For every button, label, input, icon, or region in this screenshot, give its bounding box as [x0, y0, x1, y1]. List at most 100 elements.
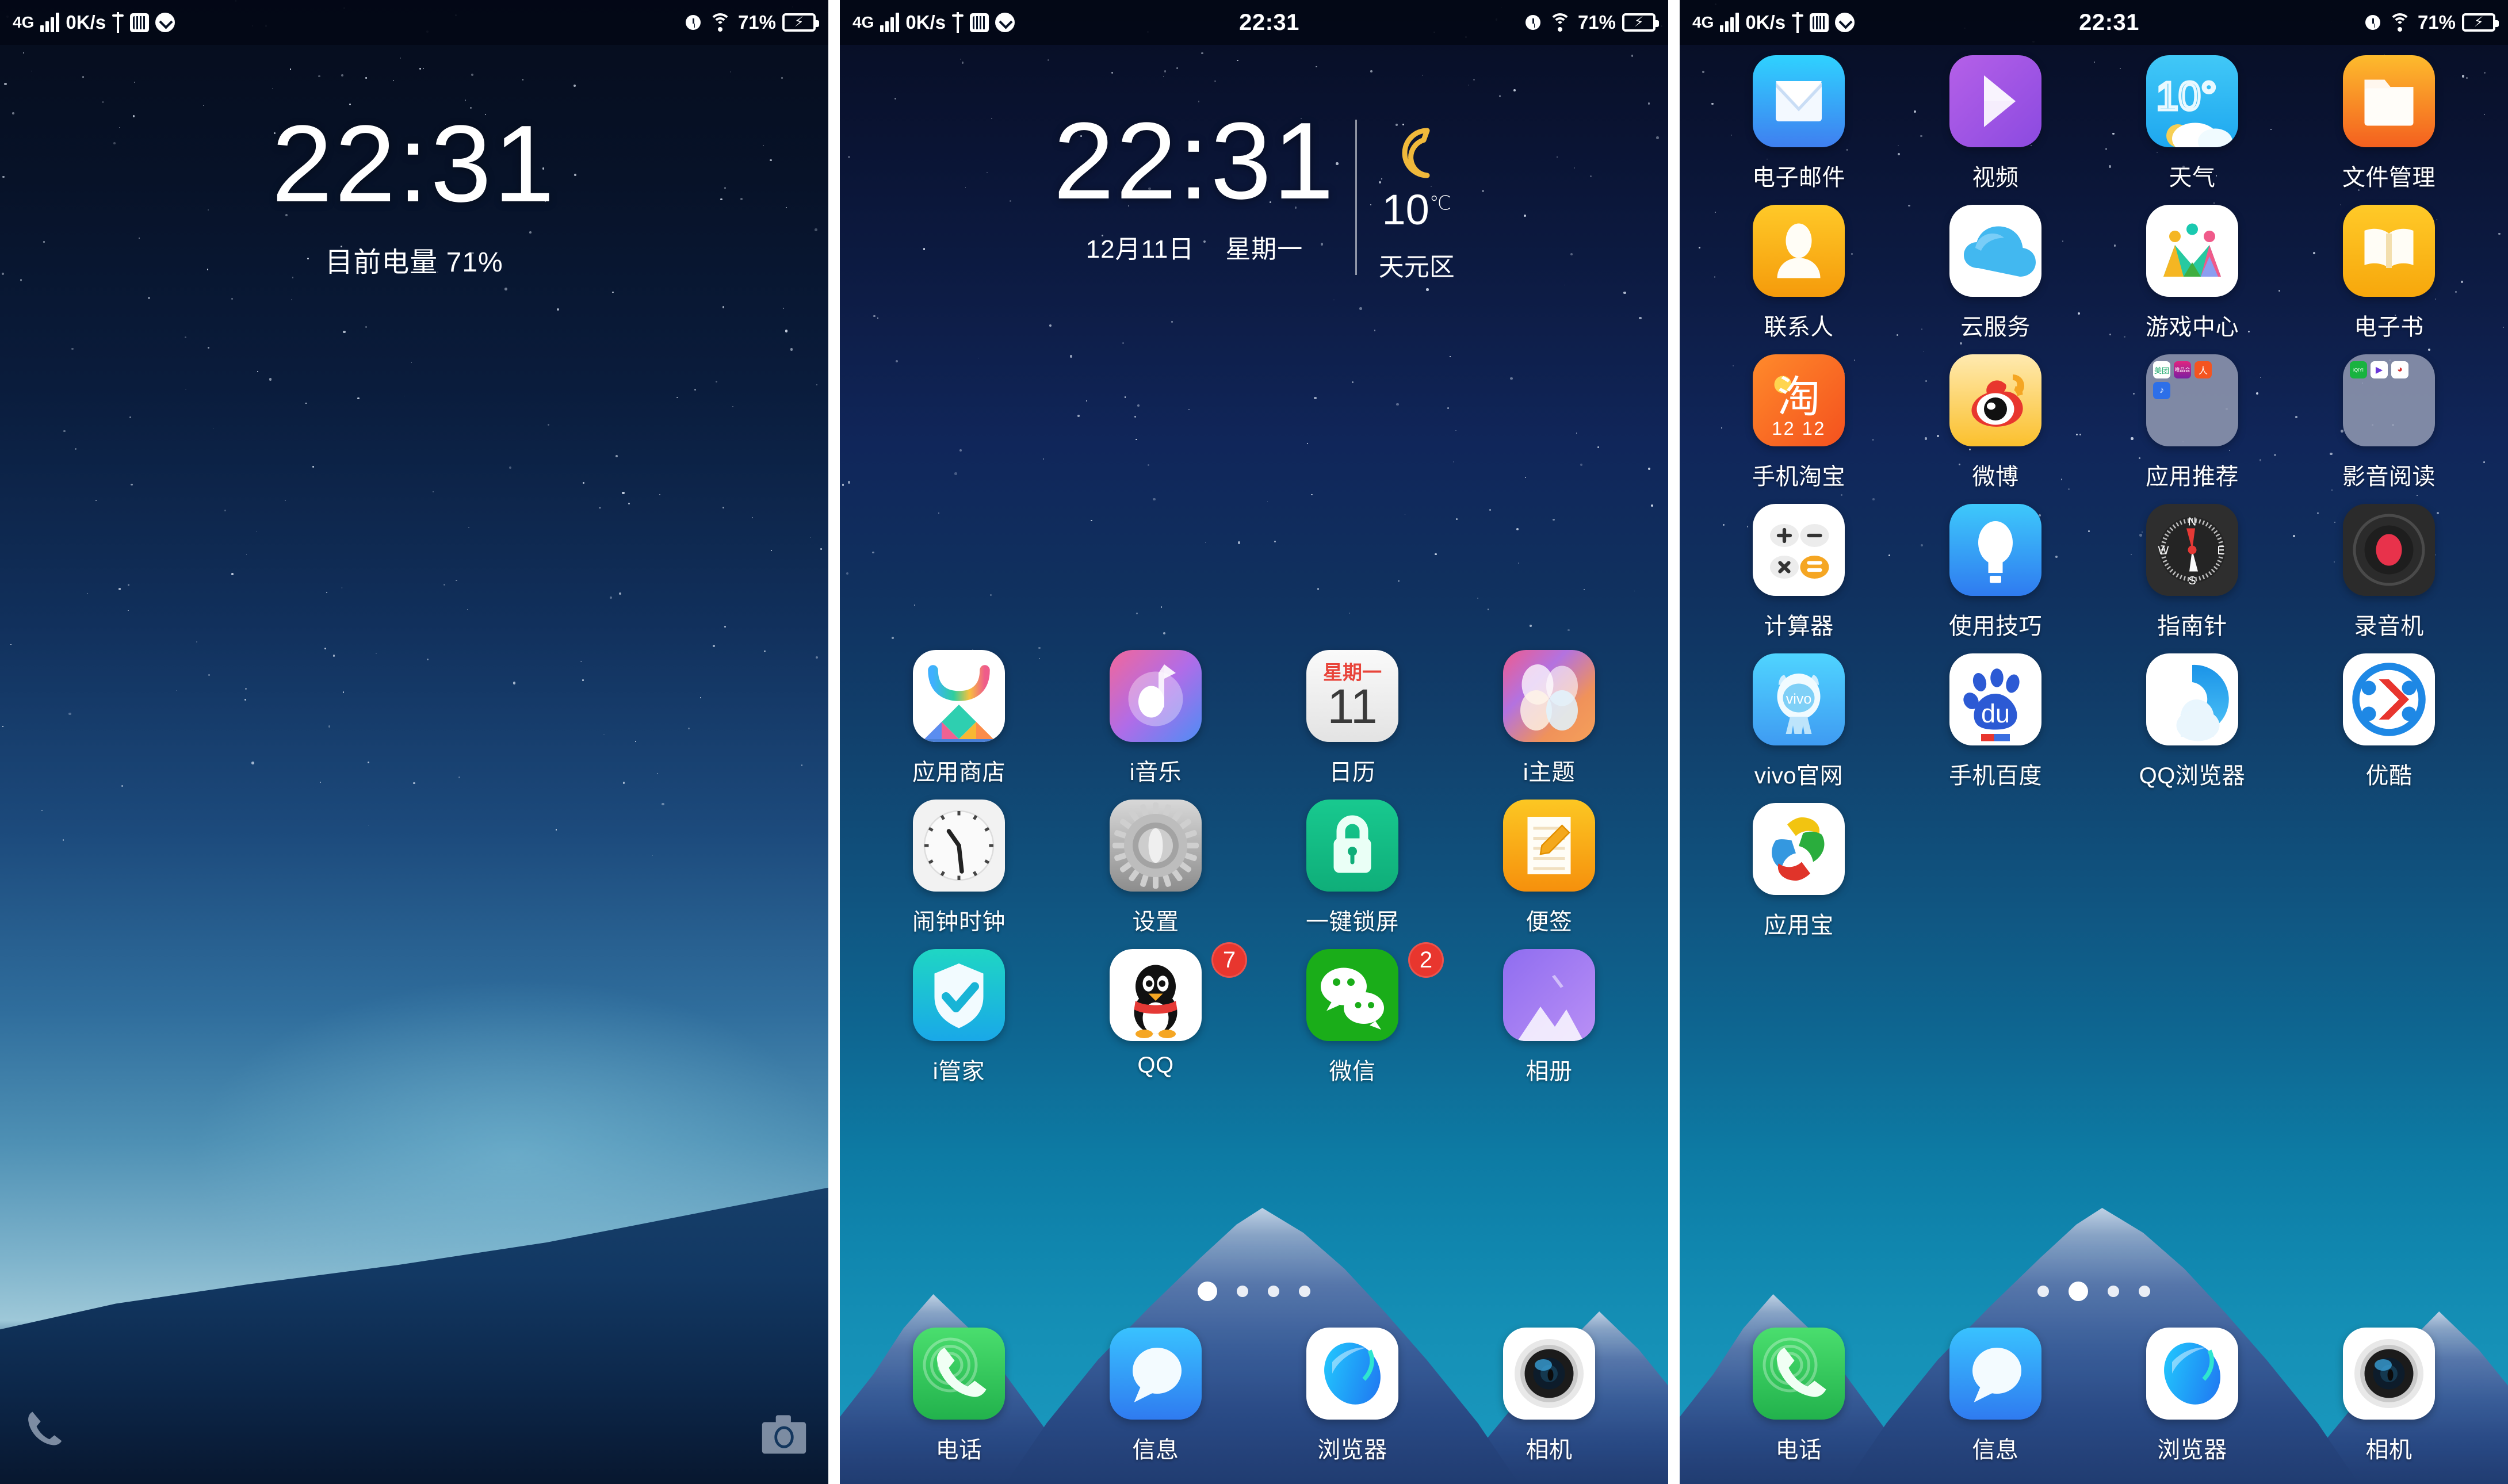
yingyongbao-icon[interactable]	[1753, 803, 1845, 895]
app-calculator-icon[interactable]: 计算器	[1700, 504, 1897, 641]
signal-bars-icon	[40, 13, 60, 32]
camera-icon[interactable]	[759, 1414, 809, 1456]
app-vivo-icon[interactable]: vivo vivo官网	[1700, 653, 1897, 790]
clock-icon[interactable]	[913, 800, 1005, 892]
app-browser-icon[interactable]: 浏览器	[2094, 1328, 2291, 1464]
app-theme-icon[interactable]: i主题	[1451, 650, 1647, 787]
app-yingyongbao-icon[interactable]: 应用宝	[1700, 803, 1897, 940]
app-folder-group-icon[interactable]: 美团 唯品会 人 ♪ 应用推荐	[2094, 354, 2291, 491]
weibo-icon[interactable]	[1949, 354, 2041, 446]
app-message-icon[interactable]: 信息	[1057, 1328, 1254, 1464]
moon-icon	[1389, 125, 1444, 181]
page-dot[interactable]	[1268, 1286, 1279, 1297]
page-dot[interactable]	[1198, 1282, 1217, 1301]
app-folder-icon[interactable]: 文件管理	[2291, 55, 2487, 192]
app-gallery-icon[interactable]: 相册	[1451, 949, 1647, 1086]
page-dot[interactable]	[2037, 1286, 2049, 1297]
app-folder-group-icon[interactable]: iQIYI ▶ ◕ 影音阅读	[2291, 354, 2487, 491]
lock-icon[interactable]	[1306, 800, 1398, 892]
app-lock-icon[interactable]: 一键锁屏	[1254, 800, 1451, 936]
qq-penguin-icon[interactable]	[1110, 949, 1202, 1041]
app-game-center-icon[interactable]: 游戏中心	[2094, 205, 2291, 342]
app-phone-icon[interactable]: 电话	[1700, 1328, 1897, 1464]
phone-icon[interactable]	[1753, 1328, 1845, 1420]
music-icon[interactable]	[1110, 650, 1202, 742]
page-dot[interactable]	[1237, 1286, 1248, 1297]
page-dot[interactable]	[2108, 1286, 2119, 1297]
app-ebook-icon[interactable]: 电子书	[2291, 205, 2487, 342]
notes-icon[interactable]	[1503, 800, 1595, 892]
app-label: 录音机	[2354, 614, 2424, 639]
app-wechat-icon[interactable]: 2 微信	[1254, 942, 1451, 1086]
cloud-icon[interactable]	[1949, 205, 2041, 297]
game-center-icon[interactable]	[2146, 205, 2238, 297]
browser-icon[interactable]	[2146, 1328, 2238, 1420]
app-phone-icon[interactable]: 电话	[861, 1328, 1057, 1464]
app-cloud-icon[interactable]: 云服务	[1897, 205, 2094, 342]
compass-icon[interactable]: N S W E	[2146, 504, 2238, 596]
taobao-icon[interactable]: 淘 12 12	[1753, 354, 1845, 446]
contacts-icon[interactable]	[1753, 205, 1845, 297]
app-compass-icon[interactable]: N S W E 指南针	[2094, 504, 2291, 641]
page-indicator-2[interactable]	[1680, 1282, 2508, 1301]
email-icon[interactable]	[1753, 55, 1845, 147]
browser-icon[interactable]	[1306, 1328, 1398, 1420]
ebook-icon[interactable]	[2343, 205, 2435, 297]
calculator-icon[interactable]	[1753, 504, 1845, 596]
app-email-icon[interactable]: 电子邮件	[1700, 55, 1897, 192]
qq-browser-icon[interactable]	[2146, 653, 2238, 745]
app-message-icon[interactable]: 信息	[1897, 1328, 2094, 1464]
folder-group-icon[interactable]: iQIYI ▶ ◕	[2343, 354, 2435, 446]
app-youku-icon[interactable]: 优酷	[2291, 653, 2487, 790]
settings-gear-icon[interactable]	[1110, 800, 1202, 892]
shield-check-icon[interactable]	[913, 949, 1005, 1041]
phone-icon[interactable]	[20, 1407, 71, 1459]
network-type-label: 4G	[852, 13, 874, 31]
app-taobao-icon[interactable]: 淘 12 12 手机淘宝	[1700, 354, 1897, 491]
app-camera-icon[interactable]: 相机	[1451, 1328, 1647, 1464]
calendar-icon[interactable]: 星期一 11	[1306, 650, 1398, 742]
app-recorder-icon[interactable]: 录音机	[2291, 504, 2487, 641]
app-baidu-icon[interactable]: du 手机百度	[1897, 653, 2094, 790]
app-tips-bulb-icon[interactable]: 使用技巧	[1897, 504, 2094, 641]
app-clock-icon[interactable]: 闹钟时钟	[861, 800, 1057, 936]
wechat-icon[interactable]	[1306, 949, 1398, 1041]
baidu-icon[interactable]: du	[1949, 653, 2041, 745]
phone-icon[interactable]	[913, 1328, 1005, 1420]
app-settings-gear-icon[interactable]: 设置	[1057, 800, 1254, 936]
camera-icon[interactable]	[2343, 1328, 2435, 1420]
recorder-icon[interactable]	[2343, 504, 2435, 596]
app-music-icon[interactable]: i音乐	[1057, 650, 1254, 787]
message-icon[interactable]	[1949, 1328, 2041, 1420]
tips-bulb-icon[interactable]	[1949, 504, 2041, 596]
app-store-icon[interactable]	[913, 650, 1005, 742]
page-indicator-1[interactable]	[840, 1282, 1668, 1301]
folder-group-icon[interactable]: 美团 唯品会 人 ♪	[2146, 354, 2238, 446]
app-app-store-icon[interactable]: 应用商店	[861, 650, 1057, 787]
app-qq-browser-icon[interactable]: QQ浏览器	[2094, 653, 2291, 790]
theme-icon[interactable]	[1503, 650, 1595, 742]
app-contacts-icon[interactable]: 联系人	[1700, 205, 1897, 342]
gallery-icon[interactable]	[1503, 949, 1595, 1041]
app-calendar-icon[interactable]: 星期一 11 日历	[1254, 650, 1451, 787]
page-dot[interactable]	[1299, 1286, 1310, 1297]
app-video-play-icon[interactable]: 视频	[1897, 55, 2094, 192]
video-play-icon[interactable]	[1949, 55, 2041, 147]
message-icon[interactable]	[1110, 1328, 1202, 1420]
youku-icon[interactable]	[2343, 653, 2435, 745]
camera-icon[interactable]	[1503, 1328, 1595, 1420]
page-dot[interactable]	[2139, 1286, 2150, 1297]
weather-icon[interactable]: 10°	[2146, 55, 2238, 147]
clock-weather-widget[interactable]: 22:31 12月11日 星期一 10℃ 天元区	[840, 106, 1668, 283]
app-browser-icon[interactable]: 浏览器	[1254, 1328, 1451, 1464]
page-dot[interactable]	[2069, 1282, 2088, 1301]
app-camera-icon[interactable]: 相机	[2291, 1328, 2487, 1464]
app-weibo-icon[interactable]: 微博	[1897, 354, 2094, 491]
app-notes-icon[interactable]: 便签	[1451, 800, 1647, 936]
app-weather-icon[interactable]: 10° 天气	[2094, 55, 2291, 192]
app-qq-penguin-icon[interactable]: 7 QQ	[1057, 942, 1254, 1086]
vivo-icon[interactable]: vivo	[1753, 653, 1845, 745]
folder-icon[interactable]	[2343, 55, 2435, 147]
app-shield-check-icon[interactable]: i管家	[861, 949, 1057, 1086]
app-label: 天气	[2169, 165, 2216, 190]
